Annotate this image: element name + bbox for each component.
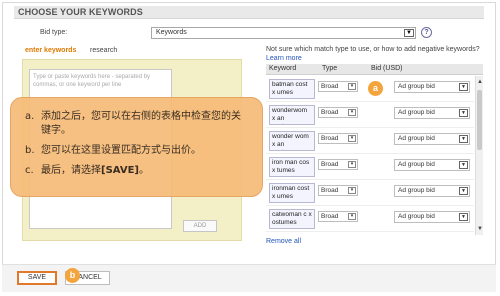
- instruction-line: a. 添加之后，您可以在右侧的表格中检查您的关键字。: [25, 110, 248, 138]
- scroll-thumb[interactable]: [477, 90, 482, 150]
- chevron-down-icon: ▾: [348, 135, 356, 142]
- bid-value: Ad group bid: [398, 109, 435, 116]
- add-button[interactable]: ADD: [183, 220, 217, 232]
- bid-value: Ad group bid: [398, 213, 435, 220]
- instruction-text-before: 最后，请选择: [41, 165, 101, 176]
- bid-type-label: Bid type:: [40, 29, 68, 36]
- instruction-text-bold: [SAVE]: [101, 165, 139, 176]
- match-type-value: Broad: [321, 161, 339, 168]
- instruction-text: 您可以在这里设置匹配方式与出价。: [41, 145, 201, 156]
- keyword-chip[interactable]: wonder wom x an costumes: [269, 131, 315, 151]
- bid-type-select[interactable]: Keywords ▼: [151, 27, 416, 39]
- callout-badge-b: b: [65, 268, 80, 283]
- chevron-down-icon: ▼: [459, 83, 468, 91]
- chevron-down-icon: ▾: [348, 213, 356, 220]
- scroll-down-icon[interactable]: ▼: [477, 226, 483, 232]
- dialog-title-bar: CHOOSE YOUR KEYWORDS: [14, 6, 484, 19]
- help-icon[interactable]: ?: [421, 27, 432, 38]
- bid-select[interactable]: Ad group bid ▼: [394, 81, 470, 93]
- bid-value: Ad group bid: [398, 135, 435, 142]
- chevron-down-icon: ▼: [459, 161, 468, 169]
- bid-select[interactable]: Ad group bid ▼: [394, 107, 470, 119]
- instruction-marker: b.: [25, 145, 35, 156]
- keyword-table-header: Keyword Type Bid (USD): [266, 64, 483, 75]
- bid-select[interactable]: Ad group bid ▼: [394, 133, 470, 145]
- chevron-down-icon: ▼: [459, 187, 468, 195]
- bid-select[interactable]: Ad group bid ▼: [394, 159, 470, 171]
- bid-type-value: Keywords: [156, 29, 187, 36]
- remove-all-link[interactable]: Remove all: [266, 238, 301, 245]
- match-type-select[interactable]: Broad ▾: [318, 159, 358, 170]
- match-type-select[interactable]: Broad ▾: [318, 211, 358, 222]
- keyword-table: batman cost x umes Broad ▾ Ad group bid ▼ …: [266, 76, 474, 235]
- match-type-value: Broad: [321, 135, 339, 142]
- instruction-text: 最后，请选择[SAVE]。: [41, 164, 248, 178]
- instruction-text: 添加之后，您可以在右侧的表格中检查您的关键字。: [41, 111, 241, 136]
- bid-value: Ad group bid: [398, 161, 435, 168]
- instruction-text-after: 。: [138, 165, 149, 176]
- bid-value: Ad group bid: [398, 83, 435, 90]
- bid-select[interactable]: Ad group bid ▼: [394, 211, 470, 223]
- table-row: catwoman c x ostumes Broad ▾ Ad group bid…: [266, 206, 474, 232]
- chevron-down-icon: ▼: [459, 109, 468, 117]
- match-type-hint: Not sure which match type to use, or how…: [266, 46, 480, 53]
- chevron-down-icon: ▼: [459, 213, 468, 221]
- column-keyword: Keyword: [269, 65, 297, 72]
- tab-research[interactable]: research: [90, 47, 117, 54]
- table-row: wonder wom x an costumes Broad ▾ Ad group…: [266, 128, 474, 154]
- column-bid: Bid (USD): [371, 65, 403, 72]
- bid-value: Ad group bid: [398, 187, 435, 194]
- keyword-chip[interactable]: ironman cost x umes: [269, 183, 315, 203]
- instruction-overlay: a. 添加之后，您可以在右侧的表格中检查您的关键字。 b. 您可以在这里设置匹配…: [10, 97, 263, 197]
- match-type-select[interactable]: Broad ▾: [318, 133, 358, 144]
- instruction-marker: a.: [25, 111, 35, 122]
- table-scrollbar[interactable]: ▲ ▼: [475, 76, 483, 235]
- save-button[interactable]: SAVE: [17, 271, 57, 285]
- match-type-select[interactable]: Broad ▾: [318, 107, 358, 118]
- table-row: wonderwom x an costumes Broad ▾ Ad group …: [266, 102, 474, 128]
- chevron-down-icon: ▾: [348, 109, 356, 116]
- chevron-down-icon: ▼: [459, 135, 468, 143]
- match-type-select[interactable]: Broad ▾: [318, 185, 358, 196]
- chevron-down-icon: ▾: [348, 161, 356, 168]
- match-type-value: Broad: [321, 83, 339, 90]
- keyword-chip[interactable]: batman cost x umes: [269, 79, 315, 99]
- match-type-select[interactable]: Broad ▾: [318, 81, 358, 92]
- callout-badge-a: a: [368, 81, 383, 96]
- match-type-value: Broad: [321, 213, 339, 220]
- instruction-line: c. 最后，请选择[SAVE]。: [25, 164, 248, 178]
- keyword-chip[interactable]: wonderwom x an costumes: [269, 105, 315, 125]
- match-type-value: Broad: [321, 187, 339, 194]
- dialog-title: CHOOSE YOUR KEYWORDS: [18, 7, 143, 17]
- chevron-down-icon: ▾: [348, 187, 356, 194]
- instruction-marker: c.: [25, 165, 34, 176]
- chevron-down-icon: ▼: [404, 29, 414, 37]
- tab-enter-keywords[interactable]: enter keywords: [25, 47, 76, 54]
- match-type-value: Broad: [321, 109, 339, 116]
- keyword-chip[interactable]: iron man cos x tumes: [269, 157, 315, 177]
- table-row: ironman cost x umes Broad ▾ Ad group bid ▼: [266, 180, 474, 206]
- keyword-chip[interactable]: catwoman c x ostumes: [269, 209, 315, 229]
- instruction-line: b. 您可以在这里设置匹配方式与出价。: [25, 144, 248, 158]
- scroll-up-icon[interactable]: ▲: [477, 79, 483, 85]
- chevron-down-icon: ▾: [348, 83, 356, 90]
- bid-select[interactable]: Ad group bid ▼: [394, 185, 470, 197]
- table-row: iron man cos x tumes Broad ▾ Ad group bid…: [266, 154, 474, 180]
- column-type: Type: [322, 65, 338, 72]
- learn-more-link[interactable]: Learn more: [266, 55, 302, 62]
